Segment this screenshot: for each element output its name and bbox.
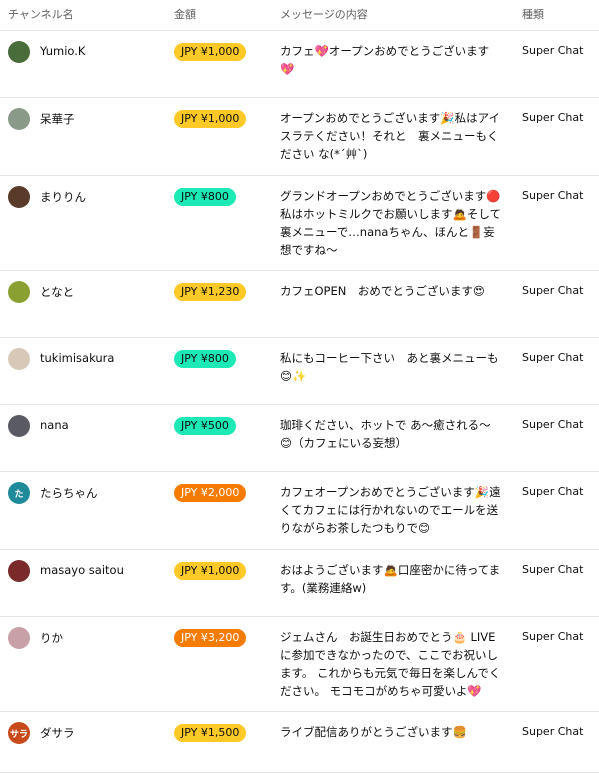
table-row[interactable]: りか JPY ¥3,200 ジェムさん お誕生日おめでとう🎂 LIVEに参加できなか… <box>0 617 599 712</box>
channel-name-link[interactable]: たらちゃん <box>40 485 98 501</box>
message-text: ジェムさん お誕生日おめでとう🎂 LIVEに参加できなかったので、ここでお祝いし… <box>280 630 501 698</box>
amount-badge: JPY ¥1,000 <box>174 562 247 580</box>
avatar[interactable] <box>8 281 30 303</box>
amount-badge: JPY ¥3,200 <box>174 629 247 647</box>
message-text: カフェOPEN おめでとうございます😍 <box>280 284 485 298</box>
amount-badge: JPY ¥500 <box>174 417 236 435</box>
type-label: Super Chat <box>522 630 584 643</box>
superchat-table: チャンネル名 金額 メッセージの内容 種類 Yumio.K JPY ¥1,000 カ… <box>0 0 599 773</box>
amount-badge: JPY ¥800 <box>174 188 236 206</box>
avatar[interactable] <box>8 627 30 649</box>
message-text: カフェオープンおめでとうございます🎉遠くてカフェには行かれないのでエールを送りな… <box>280 485 501 535</box>
table-row[interactable]: masayo saitou JPY ¥1,000 おはようございます🙇口座密かに待っ… <box>0 550 599 617</box>
table-row[interactable]: たたらちゃん JPY ¥2,000 カフェオープンおめでとうございます🎉遠くてカフェ… <box>0 472 599 550</box>
table-header: チャンネル名 金額 メッセージの内容 種類 <box>0 0 599 31</box>
channel-name-link[interactable]: まりりん <box>40 189 86 205</box>
table-row[interactable]: まりりん JPY ¥800 グランドオープンおめでとうございます🔴私はホットミルクで… <box>0 176 599 271</box>
message-text: グランドオープンおめでとうございます🔴私はホットミルクでお願いします🙇そして裏メ… <box>280 189 501 257</box>
type-label: Super Chat <box>522 418 584 431</box>
message-text: オープンおめでとうございます🎉私はアイスラテください！それと 裏メニューもくださ… <box>280 111 501 161</box>
channel-name-link[interactable]: nana <box>40 418 69 432</box>
message-text: 珈琲ください、ホットで あ～癒される～😊（カフェにいる妄想） <box>280 418 491 450</box>
avatar[interactable] <box>8 560 30 582</box>
avatar[interactable] <box>8 108 30 130</box>
message-text: ライブ配信ありがとうございます🍔 <box>280 725 467 739</box>
message-text: おはようございます🙇口座密かに待ってます。(業務連絡w) <box>280 563 501 595</box>
channel-name-link[interactable]: tukimisakura <box>40 351 114 365</box>
channel-name-link[interactable]: となと <box>40 284 74 300</box>
avatar[interactable]: サラ <box>8 722 30 744</box>
avatar[interactable] <box>8 186 30 208</box>
avatar[interactable] <box>8 41 30 63</box>
table-row[interactable]: tukimisakura JPY ¥800 私にもコーヒー下さい あと裏メニューも😊… <box>0 338 599 405</box>
type-label: Super Chat <box>522 725 584 738</box>
channel-name-link[interactable]: Yumio.K <box>40 44 85 58</box>
avatar[interactable]: た <box>8 482 30 504</box>
column-header-message[interactable]: メッセージの内容 <box>280 6 368 22</box>
type-label: Super Chat <box>522 351 584 364</box>
table-row[interactable]: nana JPY ¥500 珈琲ください、ホットで あ～癒される～😊（カフェにいる妄… <box>0 405 599 472</box>
message-text: 私にもコーヒー下さい あと裏メニューも😊✨ <box>280 351 499 383</box>
avatar[interactable] <box>8 348 30 370</box>
amount-badge: JPY ¥1,000 <box>174 43 247 61</box>
amount-badge: JPY ¥1,500 <box>174 724 247 742</box>
type-label: Super Chat <box>522 189 584 202</box>
avatar[interactable] <box>8 415 30 437</box>
table-row[interactable]: Yumio.K JPY ¥1,000 カフェ💖オープンおめでとうございます💖 Supe… <box>0 31 599 98</box>
channel-name-link[interactable]: りか <box>40 630 63 646</box>
amount-badge: JPY ¥1,230 <box>174 283 247 301</box>
column-header-type[interactable]: 種類 <box>522 6 544 22</box>
amount-badge: JPY ¥2,000 <box>174 484 247 502</box>
table-body: Yumio.K JPY ¥1,000 カフェ💖オープンおめでとうございます💖 Supe… <box>0 31 599 773</box>
channel-name-link[interactable]: masayo saitou <box>40 563 124 577</box>
type-label: Super Chat <box>522 44 584 57</box>
amount-badge: JPY ¥1,000 <box>174 110 247 128</box>
table-row[interactable]: サラ ダサラ JPY ¥1,500 ライブ配信ありがとうございます🍔 Super Cha… <box>0 712 599 773</box>
type-label: Super Chat <box>522 284 584 297</box>
channel-name-link[interactable]: 呆華子 <box>40 111 75 127</box>
table-row[interactable]: となと JPY ¥1,230 カフェOPEN おめでとうございます😍 Super Ch… <box>0 271 599 338</box>
amount-badge: JPY ¥800 <box>174 350 236 368</box>
type-label: Super Chat <box>522 563 584 576</box>
type-label: Super Chat <box>522 111 584 124</box>
column-header-channel[interactable]: チャンネル名 <box>8 6 74 22</box>
message-text: カフェ💖オープンおめでとうございます💖 <box>280 44 490 76</box>
type-label: Super Chat <box>522 485 584 498</box>
channel-name-link[interactable]: ダサラ <box>40 725 75 741</box>
column-header-amount[interactable]: 金額 <box>174 6 196 22</box>
table-row[interactable]: 呆華子 JPY ¥1,000 オープンおめでとうございます🎉私はアイスラテください！… <box>0 98 599 176</box>
